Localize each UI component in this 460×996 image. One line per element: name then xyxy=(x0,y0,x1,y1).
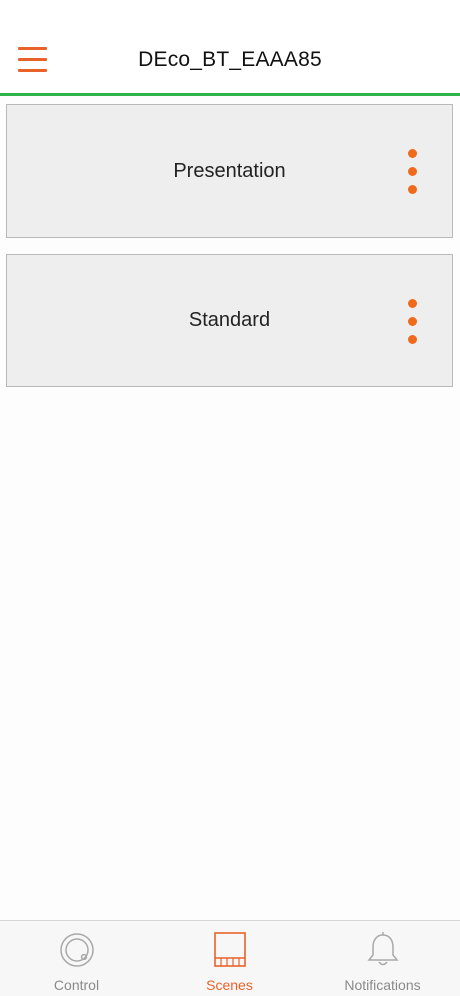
scene-card-presentation[interactable]: Presentation xyxy=(6,104,453,238)
tab-label: Notifications xyxy=(344,977,421,993)
tab-scenes[interactable]: Scenes xyxy=(153,921,306,996)
app-header: DEco_BT_EAAA85 xyxy=(0,0,460,96)
app-screen: DEco_BT_EAAA85 Presentation Standard Con… xyxy=(0,0,460,996)
tab-control[interactable]: Control xyxy=(0,921,153,996)
scene-list: Presentation Standard xyxy=(6,104,454,403)
dot xyxy=(408,317,417,326)
bottom-tab-bar: Control Scenes Notifications xyxy=(0,920,460,996)
more-options-icon[interactable] xyxy=(402,299,422,347)
scenes-grid-icon xyxy=(213,932,246,967)
dot xyxy=(408,185,417,194)
page-title: DEco_BT_EAAA85 xyxy=(138,48,322,71)
dot xyxy=(408,167,417,176)
header-divider xyxy=(0,93,460,96)
more-options-icon[interactable] xyxy=(402,149,422,197)
dot xyxy=(408,335,417,344)
bell-icon xyxy=(366,932,399,966)
tab-notifications[interactable]: Notifications xyxy=(306,921,459,996)
dot xyxy=(408,299,417,308)
dot xyxy=(408,149,417,158)
tab-label: Control xyxy=(53,977,100,993)
scene-label: Standard xyxy=(188,309,271,331)
scene-label: Presentation xyxy=(173,159,286,182)
scene-card-standard[interactable]: Standard xyxy=(6,254,453,387)
tab-label: Scenes xyxy=(206,977,253,993)
control-dial-icon xyxy=(59,933,94,967)
